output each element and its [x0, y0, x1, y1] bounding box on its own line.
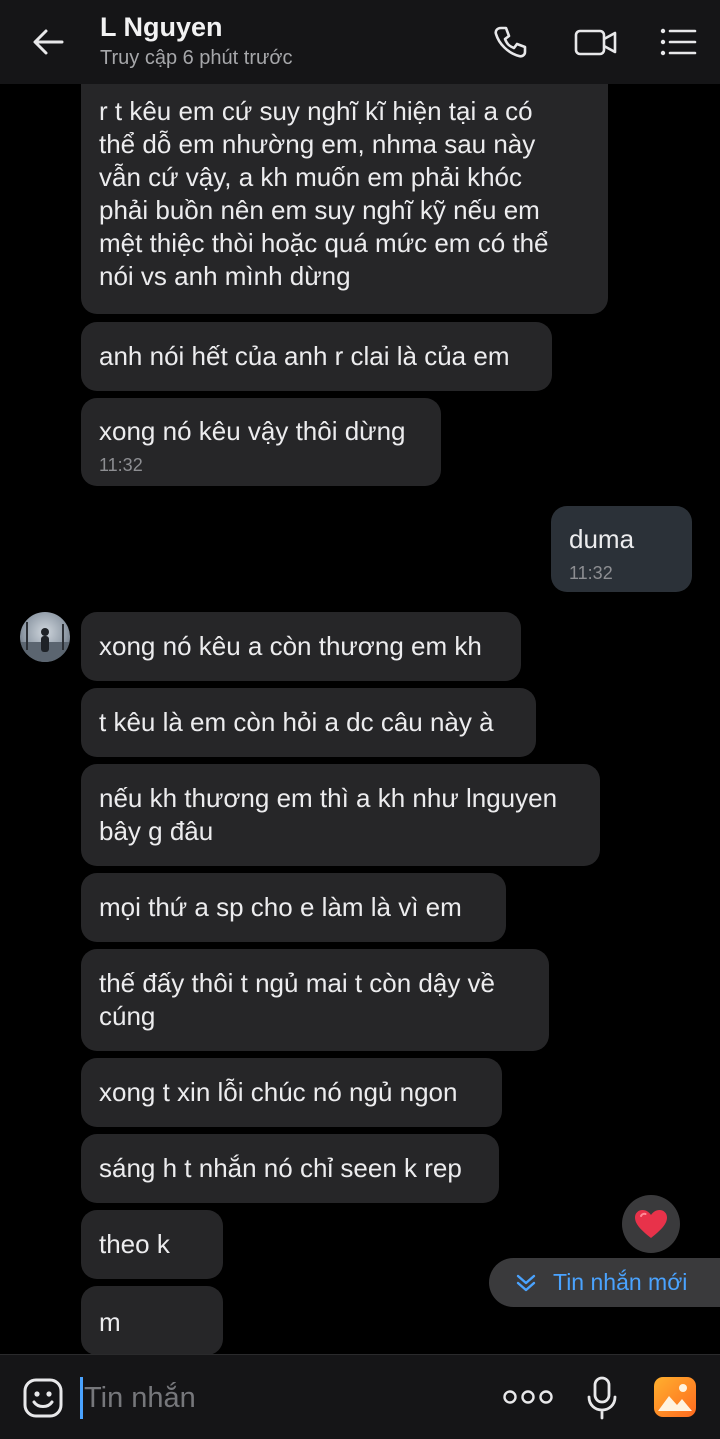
message-text: t kêu là em còn hỏi a dc câu này à [99, 707, 494, 737]
message-text: xong t xin lỗi chúc nó ngủ ngon [99, 1077, 458, 1107]
message-bubble[interactable]: t kêu là em còn hỏi a dc câu này à [81, 688, 536, 757]
new-messages-label: Tin nhắn mới [553, 1269, 688, 1295]
message-text: thế đấy thôi t ngủ mai t còn dậy về cúng [99, 968, 496, 1031]
message-list[interactable]: r t kêu em cứ suy nghĩ kĩ hiện tại a có … [0, 84, 720, 1354]
message-time: 11:32 [99, 455, 143, 475]
message-bubble[interactable]: m [81, 1286, 223, 1354]
message-text: m [99, 1307, 121, 1337]
emoji-sticker-icon[interactable] [22, 1377, 64, 1419]
text-cursor [80, 1377, 83, 1419]
message-bubble[interactable]: theo k [81, 1210, 223, 1279]
message-bubble[interactable]: xong nó kêu a còn thương em kh [81, 612, 521, 681]
heart-reaction-button[interactable] [622, 1195, 680, 1253]
message-bubble[interactable]: sáng h t nhắn nó chỉ seen k rep [81, 1134, 499, 1203]
contact-name[interactable]: L Nguyen [100, 12, 223, 43]
microphone-icon[interactable] [585, 1375, 619, 1421]
heart-icon [635, 1210, 667, 1238]
contact-avatar[interactable] [20, 612, 70, 662]
message-bubble[interactable]: thế đấy thôi t ngủ mai t còn dậy về cúng [81, 949, 549, 1051]
my-message-bubble[interactable]: duma 11:32 [551, 506, 692, 592]
phone-icon[interactable] [490, 22, 530, 62]
message-text: xong nó kêu a còn thương em kh [99, 631, 482, 661]
double-chevron-down-icon [516, 1274, 536, 1291]
message-text: anh nói hết của anh r clai là của em [99, 341, 510, 371]
message-time: 11:32 [569, 563, 613, 583]
avatar-photo-icon [20, 622, 70, 662]
video-call-icon[interactable] [573, 22, 619, 62]
back-arrow-icon[interactable] [28, 22, 68, 62]
message-text: xong nó kêu vậy thôi dừng [99, 416, 406, 446]
message-text: sáng h t nhắn nó chỉ seen k rep [99, 1153, 462, 1183]
message-bubble[interactable]: xong t xin lỗi chúc nó ngủ ngon [81, 1058, 502, 1127]
composer-bar: Tin nhắn [0, 1354, 720, 1439]
new-messages-button[interactable]: Tin nhắn mới [489, 1258, 720, 1307]
more-options-icon[interactable] [503, 1389, 553, 1405]
message-bubble[interactable]: anh nói hết của anh r clai là của em [81, 322, 552, 391]
message-text: duma [569, 524, 635, 554]
message-text: r t kêu em cứ suy nghĩ kĩ hiện tại a có … [99, 96, 549, 291]
message-text: nếu kh thương em thì a kh như lnguyen bâ… [99, 783, 558, 846]
chat-header: L Nguyen Truy cập 6 phút trước [0, 0, 720, 84]
message-bubble[interactable]: nếu kh thương em thì a kh như lnguyen bâ… [81, 764, 600, 866]
message-text: mọi thứ a sp cho e làm là vì em [99, 892, 462, 922]
image-gallery-icon[interactable] [652, 1375, 698, 1419]
message-text: theo k [99, 1229, 170, 1259]
message-bubble[interactable]: mọi thứ a sp cho e làm là vì em [81, 873, 506, 942]
last-seen-status: Truy cập 6 phút trước [100, 47, 293, 69]
message-bubble[interactable]: xong nó kêu vậy thôi dừng 11:32 [81, 398, 441, 486]
message-bubble[interactable]: r t kêu em cứ suy nghĩ kĩ hiện tại a có … [81, 84, 608, 314]
menu-list-icon[interactable] [658, 22, 698, 62]
message-input[interactable]: Tin nhắn [84, 1377, 196, 1419]
